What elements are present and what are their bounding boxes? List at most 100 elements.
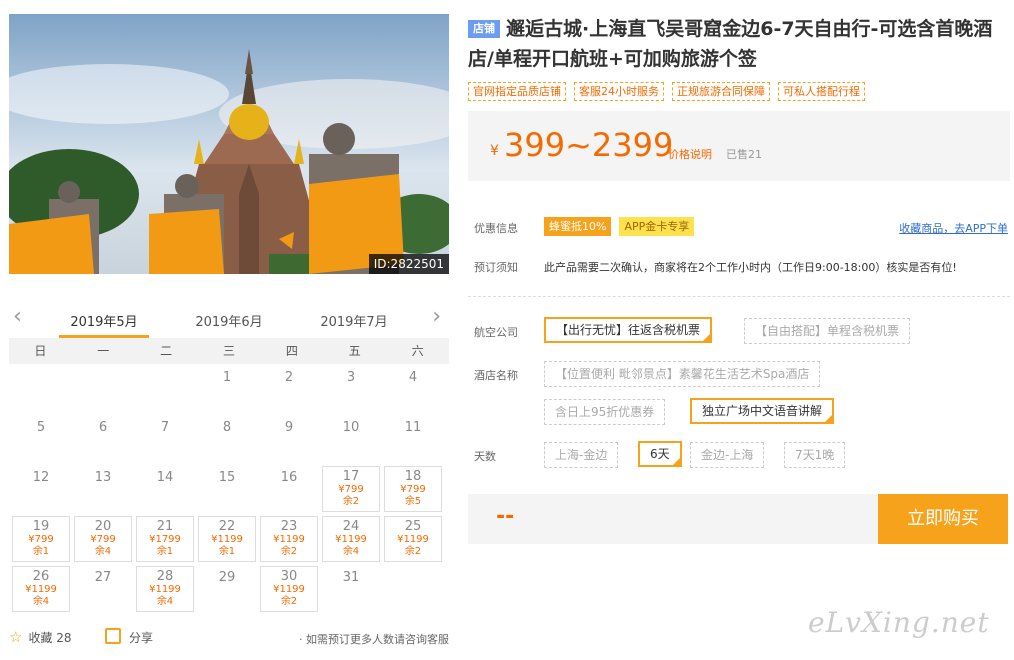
day-remaining: 余2 bbox=[342, 496, 360, 507]
sold-count: 已售21 bbox=[726, 148, 762, 161]
day-number: 22 bbox=[218, 519, 236, 534]
day-number: 23 bbox=[280, 519, 298, 534]
day-number: 24 bbox=[342, 519, 360, 534]
service-tag: 正规旅游合同保障 bbox=[672, 82, 770, 101]
calendar-day-available[interactable]: 25 ¥1199 余2 bbox=[384, 516, 442, 562]
day-remaining: 余1 bbox=[218, 546, 236, 557]
day-remaining: 余2 bbox=[404, 546, 422, 557]
calendar-day-available[interactable]: 28 ¥1199 余4 bbox=[136, 566, 194, 612]
weekday-tue: 二 bbox=[160, 344, 173, 358]
day-number: 18 bbox=[404, 469, 422, 484]
days-option-6[interactable]: 6天 bbox=[638, 441, 682, 467]
promo-tags: 蜂蜜抵10% APP金卡专享 bbox=[544, 217, 695, 236]
price-explain-link[interactable]: 价格说明 bbox=[668, 146, 712, 162]
airline-option-roundtrip[interactable]: 【出行无忧】往返含税机票 bbox=[544, 317, 713, 343]
days-option-7d1n[interactable]: 7天1晚 bbox=[784, 442, 846, 468]
day-price: ¥1799 bbox=[149, 534, 181, 545]
day-price: ¥799 bbox=[90, 534, 116, 545]
promo-label: 优惠信息 bbox=[474, 222, 518, 235]
day-price: ¥1199 bbox=[149, 584, 181, 595]
month-nav: ‹ 2019年5月 2019年6月 2019年7月 › bbox=[9, 300, 449, 338]
day-number: 2 bbox=[284, 370, 294, 385]
day-remaining: 余4 bbox=[32, 596, 50, 607]
calendar-empty-cell bbox=[10, 364, 72, 414]
calendar-day: 29 bbox=[196, 564, 258, 614]
prev-month-chevron-icon[interactable]: ‹ bbox=[13, 306, 22, 328]
day-number: 6 bbox=[98, 420, 108, 435]
airline-option-oneway[interactable]: 【自由搭配】单程含税机票 bbox=[744, 318, 911, 344]
calendar-day: 11 bbox=[382, 414, 444, 464]
share-button[interactable]: 分享 bbox=[105, 628, 153, 646]
weekday-thu: 四 bbox=[285, 344, 298, 358]
calendar-day: 16 bbox=[258, 464, 320, 514]
calendar-day: 27 bbox=[72, 564, 134, 614]
service-tags: 官网指定品质店铺 客服24小时服务 正规旅游合同保障 可私人搭配行程 bbox=[468, 80, 1010, 101]
calendar-empty-cell bbox=[134, 364, 196, 414]
date-calendar: ‹ 2019年5月 2019年6月 2019年7月 › 日 一 二 三 四 五 … bbox=[9, 300, 449, 614]
currency-symbol: ¥ bbox=[490, 143, 499, 159]
hotel-option-audio-guide[interactable]: 独立广场中文语音讲解 bbox=[690, 398, 835, 424]
calendar-day-available[interactable]: 30 ¥1199 余2 bbox=[260, 566, 318, 612]
product-hero-image[interactable]: ID:2822501 bbox=[9, 14, 449, 274]
day-remaining: 余1 bbox=[156, 546, 174, 557]
day-number: 10 bbox=[342, 420, 360, 435]
day-number: 16 bbox=[280, 470, 298, 485]
day-number: 3 bbox=[346, 370, 356, 385]
tab-month-june[interactable]: 2019年6月 bbox=[184, 311, 274, 330]
calendar-day: 7 bbox=[134, 414, 196, 464]
day-number: 14 bbox=[156, 470, 174, 485]
day-remaining: 余1 bbox=[32, 546, 50, 557]
product-title: 邂逅古城·上海直飞吴哥窟金边6-7天自由行-可选含首晚酒店/单程开口航班+可加购… bbox=[468, 18, 993, 70]
day-number: 11 bbox=[404, 420, 422, 435]
calendar-day: 31 bbox=[320, 564, 382, 614]
day-number: 19 bbox=[32, 519, 50, 534]
day-number: 8 bbox=[222, 420, 232, 435]
day-number: 25 bbox=[404, 519, 422, 534]
calendar-day-available[interactable]: 24 ¥1199 余4 bbox=[322, 516, 380, 562]
hotel-option-coupon[interactable]: 含日上95折优惠券 bbox=[544, 399, 666, 425]
price-range: 399~2399 bbox=[504, 126, 674, 164]
calendar-day-available[interactable]: 20 ¥799 余4 bbox=[74, 516, 132, 562]
favorite-app-link[interactable]: 收藏商品，去APP下单 bbox=[899, 220, 1008, 236]
calendar-day-available[interactable]: 26 ¥1199 余4 bbox=[12, 566, 70, 612]
service-tag: 可私人搭配行程 bbox=[778, 82, 865, 101]
day-price: ¥799 bbox=[338, 484, 364, 495]
calendar-day-available[interactable]: 19 ¥799 余1 bbox=[12, 516, 70, 562]
days-option-pp-sh[interactable]: 金边-上海 bbox=[690, 442, 765, 468]
image-id-label: ID:2822501 bbox=[368, 254, 449, 274]
calendar-day-available[interactable]: 18 ¥799 余5 bbox=[384, 466, 442, 512]
buy-now-button[interactable]: 立即购买 bbox=[878, 494, 1008, 544]
calendar-day-available[interactable]: 23 ¥1199 余2 bbox=[260, 516, 318, 562]
tab-month-may[interactable]: 2019年5月 bbox=[59, 311, 149, 338]
day-remaining: 余4 bbox=[156, 596, 174, 607]
day-number: 28 bbox=[156, 569, 174, 584]
calendar-day-available[interactable]: 21 ¥1799 余1 bbox=[136, 516, 194, 562]
day-price: ¥1199 bbox=[273, 584, 305, 595]
calendar-day-available[interactable]: 17 ¥799 余2 bbox=[322, 466, 380, 512]
star-icon: ☆ bbox=[9, 628, 23, 646]
weekday-header: 日 一 二 三 四 五 六 bbox=[9, 338, 449, 364]
hotel-option-spa[interactable]: 【位置便利 毗邻景点】素馨花生活艺术Spa酒店 bbox=[544, 361, 821, 387]
day-remaining: 余4 bbox=[342, 546, 360, 557]
favorite-button[interactable]: ☆ 收藏 28 bbox=[9, 628, 72, 646]
temple-photo bbox=[9, 14, 449, 274]
calendar-empty-cell bbox=[72, 364, 134, 414]
price-box: ¥ 399~2399 价格说明 已售21 bbox=[468, 111, 1010, 181]
calendar-day: 15 bbox=[196, 464, 258, 514]
shop-badge: 店铺 bbox=[468, 20, 500, 38]
days-option-sh-pp[interactable]: 上海-金边 bbox=[544, 442, 619, 468]
day-number: 29 bbox=[218, 570, 236, 585]
hotel-label: 酒店名称 bbox=[474, 369, 518, 382]
tab-month-july[interactable]: 2019年7月 bbox=[309, 311, 399, 330]
favorite-label: 收藏 28 bbox=[28, 631, 72, 645]
next-month-chevron-icon[interactable]: › bbox=[432, 306, 441, 328]
calendar-grid: 1 2 3 4 5 6 7 8 9 10 11 12 13 14 15 16 17 ¥799 余2 18 ¥799 余5 1… bbox=[10, 364, 449, 614]
day-remaining: 余2 bbox=[280, 596, 298, 607]
day-number: 30 bbox=[280, 569, 298, 584]
day-number: 20 bbox=[94, 519, 112, 534]
calendar-day: 1 bbox=[196, 364, 258, 414]
calendar-day-available[interactable]: 22 ¥1199 余1 bbox=[198, 516, 256, 562]
day-number: 27 bbox=[94, 570, 112, 585]
calendar-day: 10 bbox=[320, 414, 382, 464]
section-divider bbox=[468, 296, 1010, 297]
